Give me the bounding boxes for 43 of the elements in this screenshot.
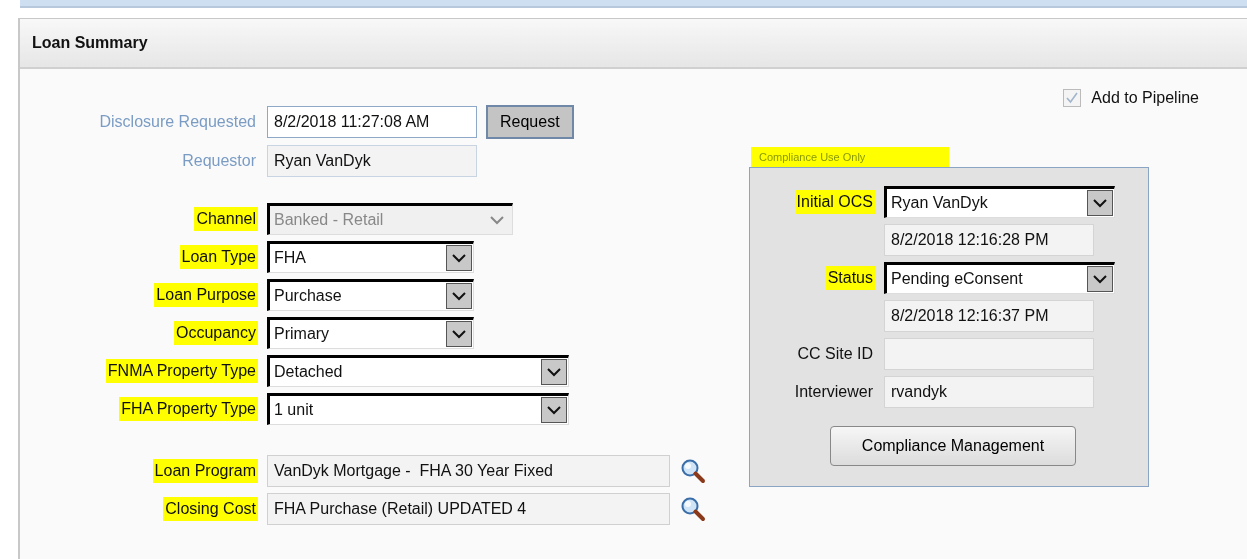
chevron-icon [490, 215, 504, 225]
field-label: Status [825, 266, 875, 290]
compliance-management-button[interactable]: Compliance Management [830, 426, 1076, 466]
group-legend: Compliance Use Only [751, 147, 949, 167]
search-icon[interactable] [680, 496, 706, 522]
chevron-icon [1093, 198, 1107, 208]
chevron-icon [452, 329, 466, 339]
field-label: CC Site ID [796, 344, 874, 364]
field-label: Disclosure Requested [98, 112, 257, 132]
lookup-field: FHA Purchase (Retail) UPDATED 4 [267, 493, 670, 525]
field-label: Requestor [181, 151, 257, 171]
chevron-icon [452, 291, 466, 301]
chevron-icon [547, 367, 561, 377]
dropdown[interactable]: Primary [267, 317, 474, 349]
dropdown[interactable]: Ryan VanDyk [884, 186, 1115, 218]
dropdown[interactable]: Purchase [267, 279, 474, 311]
dropdown[interactable]: FHA [267, 241, 474, 273]
chevron-icon [452, 253, 466, 263]
field-label: Loan Purpose [154, 283, 258, 307]
readonly-field: 8/2/2018 12:16:37 PM [884, 300, 1094, 332]
dropdown[interactable]: Detached [267, 355, 569, 387]
readonly-field: Ryan VanDyk [267, 145, 477, 177]
field-label: Loan Type [179, 245, 258, 269]
dropdown[interactable]: 1 unit [267, 393, 569, 425]
field-label: FHA Property Type [119, 397, 258, 421]
checkbox-label: Add to Pipeline [1091, 89, 1199, 107]
text-field[interactable]: 8/2/2018 11:27:08 AM [267, 106, 477, 138]
field-label: Channel [194, 207, 258, 231]
search-icon[interactable] [680, 458, 706, 484]
readonly-field: 8/2/2018 12:16:28 PM [884, 224, 1094, 256]
readonly-field: rvandyk [884, 376, 1094, 408]
dropdown[interactable]: Pending eConsent [884, 262, 1115, 294]
request-button[interactable]: Request [486, 105, 574, 139]
chevron-icon [1093, 274, 1107, 284]
field-label: Interviewer [793, 382, 874, 402]
lookup-field: VanDyk Mortgage - FHA 30 Year Fixed [267, 455, 670, 487]
chevron-icon [547, 405, 561, 415]
field-label: Occupancy [173, 321, 258, 345]
field-label: Closing Cost [163, 497, 258, 521]
field-label: Initial OCS [794, 190, 875, 214]
field-label: Loan Program [152, 459, 258, 483]
panel-title: Loan Summary [32, 34, 148, 52]
field-label: FNMA Property Type [105, 359, 258, 383]
